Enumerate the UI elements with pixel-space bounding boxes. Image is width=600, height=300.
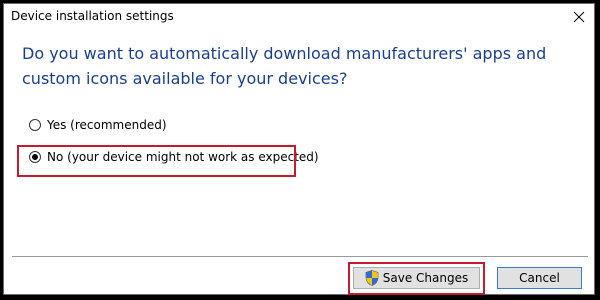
window-title: Device installation settings: [11, 9, 174, 23]
cancel-label: Cancel: [519, 271, 560, 285]
save-changes-label: Save Changes: [382, 271, 469, 285]
title-bar: Device installation settings: [4, 4, 594, 32]
dialog-question: Do you want to automatically download ma…: [22, 44, 547, 88]
radio-option-yes[interactable]: Yes (recommended): [29, 118, 167, 132]
radio-label-no: No (your device might not work as expect…: [47, 150, 319, 164]
radio-button-no[interactable]: [29, 151, 41, 163]
radio-selected-dot: [32, 154, 38, 160]
close-icon: [573, 8, 585, 27]
footer-divider: [12, 256, 588, 257]
radio-button-yes[interactable]: [29, 119, 41, 131]
close-button[interactable]: [566, 5, 592, 29]
save-changes-button[interactable]: Save Changes: [353, 267, 480, 289]
radio-label-yes: Yes (recommended): [47, 118, 167, 132]
dialog-window: Device installation settings Do you want…: [3, 3, 595, 295]
cancel-button[interactable]: Cancel: [497, 267, 582, 289]
radio-option-no[interactable]: No (your device might not work as expect…: [29, 150, 319, 164]
uac-shield-icon: [365, 270, 379, 286]
